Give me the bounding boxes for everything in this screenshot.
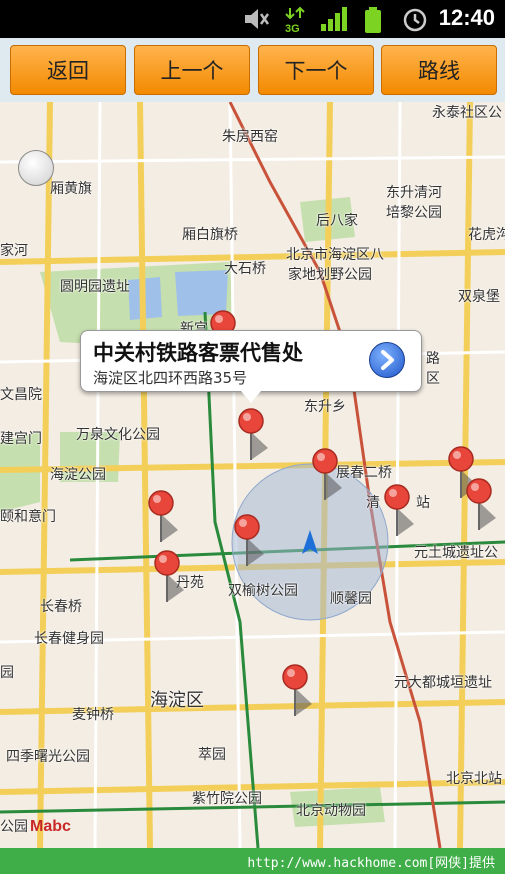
toolbar: 返回 上一个 下一个 路线 [0,38,505,102]
map-label: 培黎公园 [386,205,442,221]
map-pin[interactable] [230,514,266,568]
map-label: 双榆树公园 [228,583,298,599]
map-label: 公园 [0,819,28,835]
map-label: 东升清河 [386,185,442,201]
map-pin[interactable] [234,408,270,462]
battery-icon [365,7,381,33]
map-label: 建宫门 [0,431,42,447]
svg-text:3G: 3G [285,23,300,34]
map-label: 万泉文化公园 [76,427,160,443]
map-label: 颐和意门 [0,509,56,525]
alarm-icon [403,8,427,32]
map-label: 圆明园遗址 [60,279,130,295]
poi-popup[interactable]: 中关村铁路客票代售处 海淀区北四环西路35号 [80,330,422,403]
map-label: 四季曙光公园 [6,749,90,765]
map-label: 路 [426,351,440,367]
map-label: 厢白旗桥 [182,227,238,243]
map-pin[interactable] [150,550,186,604]
map-label: 北京北站 [446,771,502,787]
map-label: 元土城遗址公 [414,545,498,561]
map-label: 家地划野公园 [288,267,372,283]
status-bar: 3G 12:40 [0,0,505,38]
map-label: 顺馨园 [330,591,372,607]
map-label: 双泉堡 [458,289,500,305]
mute-icon [245,9,270,29]
network-3g-icon: 3G [285,6,305,34]
map-label: 大石桥 [224,261,266,277]
arrow-right-icon[interactable] [369,342,405,378]
map-label: 后八家 [316,213,358,229]
map-label: 麦钟桥 [72,707,114,723]
back-button[interactable]: 返回 [10,45,126,95]
poi-address: 海淀区北四环西路35号 [93,369,248,387]
map-label: 区 [426,371,440,387]
map-label: 北京动物园 [296,803,366,819]
compass-icon[interactable] [18,150,54,186]
map-pin[interactable] [462,478,498,532]
map-label: 北京市海淀区八 [286,247,384,263]
map-label: 清 [366,495,380,511]
map-label: 紫竹院公园 [192,791,262,807]
map-label: 展春二桥 [336,465,392,481]
popup-tail [241,391,261,403]
map-label: 永泰社区公 [432,105,502,121]
map-label: 海淀区 [150,690,204,711]
map-label: 朱房西窑 [222,129,278,145]
map-pin[interactable] [308,448,344,502]
poi-title: 中关村铁路客票代售处 [93,341,303,365]
map-label: 海淀公园 [50,467,106,483]
footer-bar: http://www.hackhome.com[网侠]提供 [0,848,505,874]
map-label: 文昌院 [0,387,42,403]
route-button[interactable]: 路线 [381,45,497,95]
map-pin[interactable] [144,490,180,544]
map-view[interactable]: 永泰社区公 朱房西窑 厢黄旗 东升清河 培黎公园 后八家 花虎沟 厢白旗桥 北京… [0,102,505,848]
map-label: 东升乡 [304,399,346,415]
map-label: 园 [0,665,14,681]
map-label: 长春桥 [40,599,82,615]
map-label: 站 [416,495,430,511]
map-label: 家河 [0,243,28,259]
signal-icon [321,7,347,31]
map-label: 长春健身园 [34,631,104,647]
previous-button[interactable]: 上一个 [134,45,250,95]
map-pin[interactable] [278,664,314,718]
map-label: 元大都城垣遗址 [394,675,492,691]
next-button[interactable]: 下一个 [258,45,374,95]
map-label: 厢黄旗 [50,181,92,197]
map-label: 萃园 [198,747,226,763]
footer-text: http://www.hackhome.com[网侠]提供 [247,856,495,871]
clock-time: 12:40 [438,5,495,30]
map-logo: Mabc [30,818,71,835]
map-pin[interactable] [380,484,416,538]
map-label: 花虎沟 [468,227,505,243]
